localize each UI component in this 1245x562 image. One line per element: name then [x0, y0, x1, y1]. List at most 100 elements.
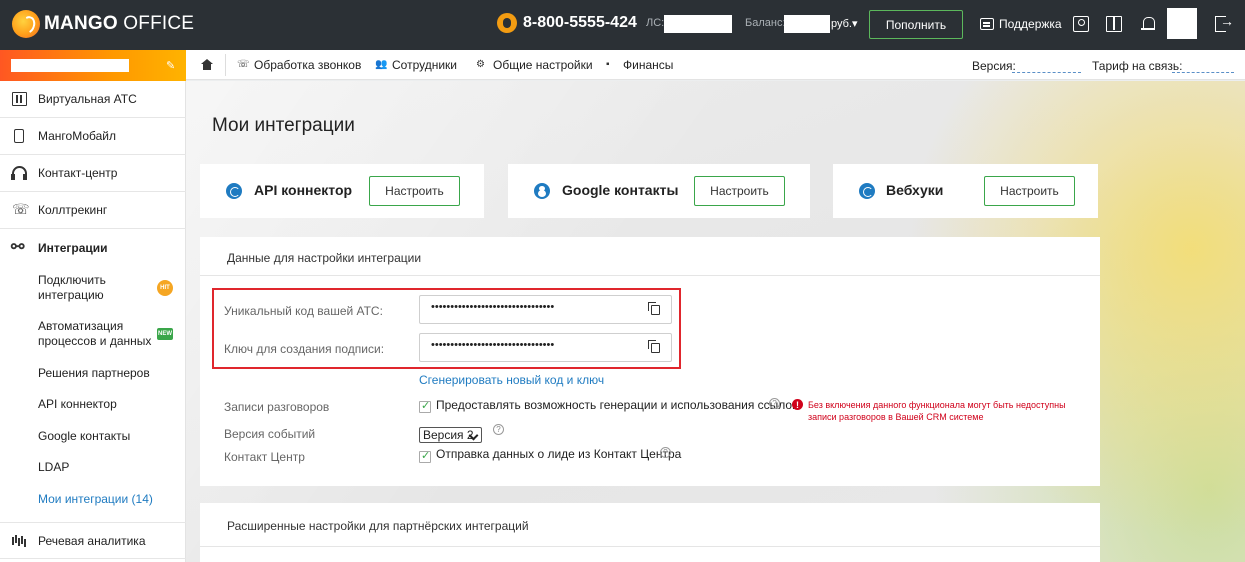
- card-api-connector: API коннектор Настроить: [200, 164, 484, 218]
- panel-title: Расширенные настройки для партнёрских ин…: [227, 519, 529, 533]
- version-dropdown[interactable]: [1012, 72, 1081, 73]
- sidebar-item-label: Коллтрекинг: [38, 203, 108, 217]
- call-records-label: Записи разговоров: [224, 400, 330, 414]
- sidebar-sub-my-integrations[interactable]: Мои интеграции (14): [38, 492, 153, 507]
- mango-office-logo[interactable]: MANGO OFFICE: [12, 10, 194, 38]
- link-icon: [859, 183, 875, 199]
- account-number-redacted: [664, 15, 732, 33]
- sidebar-item-speech-analytics[interactable]: Речевая аналитика: [0, 522, 186, 559]
- version-label: Версия:: [972, 59, 1016, 73]
- support-phone[interactable]: 8-800-5555-424: [497, 13, 637, 33]
- gear-icon: ⚙: [476, 59, 485, 70]
- headset-icon: [11, 166, 27, 180]
- help-icon[interactable]: ?: [660, 447, 671, 458]
- events-version-label: Версия событий: [224, 427, 316, 441]
- sidebar-sub-automation[interactable]: Автоматизация процессов и данных: [38, 319, 156, 349]
- top-subnav: ☏ Обработка звонков 👥 Сотрудники ⚙ Общие…: [186, 50, 1245, 80]
- sidebar-sub-partner-solutions[interactable]: Решения партнеров: [38, 366, 150, 381]
- unique-code-field[interactable]: ••••••••••••••••••••••••••••••••: [419, 295, 672, 324]
- knowledge-base-icon[interactable]: [1106, 16, 1122, 32]
- sidebar-sub-connect-integration[interactable]: Подключить интеграцию: [38, 273, 148, 303]
- page-title: Мои интеграции: [212, 115, 355, 136]
- logout-icon[interactable]: [1215, 13, 1234, 32]
- unique-code-value: ••••••••••••••••••••••••••••••••: [431, 301, 555, 313]
- main-content: Мои интеграции API коннектор Настроить G…: [186, 81, 1245, 562]
- phone-number: 8-800-5555-424: [523, 14, 637, 31]
- sidebar-sub-api-connector[interactable]: API коннектор: [38, 397, 117, 412]
- call-records-checkbox[interactable]: [419, 399, 431, 413]
- wallet-icon: ▪: [606, 59, 610, 70]
- speech-analytics-icon: [12, 535, 27, 549]
- nav-employees[interactable]: 👥 Сотрудники: [375, 58, 457, 72]
- home-icon[interactable]: [201, 59, 213, 70]
- events-version-select[interactable]: Версия 2: [419, 427, 482, 443]
- contacts-icon[interactable]: [1073, 16, 1089, 32]
- notifications-bell-icon[interactable]: [1140, 16, 1156, 32]
- support-link[interactable]: Поддержка: [980, 17, 1062, 31]
- contact-center-checkbox[interactable]: [419, 449, 431, 463]
- phone-icon: ☏: [237, 59, 250, 70]
- integrations-icon: [11, 237, 27, 257]
- sign-key-value: ••••••••••••••••••••••••••••••••: [431, 339, 555, 351]
- tariff-label: Тариф на связь:: [1092, 59, 1183, 73]
- card-webhooks: Вебхуки Настроить: [833, 164, 1098, 218]
- events-version-value: Версия 2: [423, 428, 474, 442]
- balance-value-redacted: [784, 15, 830, 33]
- card-google-contacts: Google контакты Настроить: [508, 164, 810, 218]
- nav-call-processing[interactable]: ☏ Обработка звонков: [237, 58, 361, 72]
- sidebar-item-mangomobile[interactable]: МангоМобайл: [0, 118, 186, 155]
- mobile-icon: [14, 129, 24, 143]
- configure-webhooks-button[interactable]: Настроить: [984, 176, 1075, 206]
- sidebar-item-contact-center[interactable]: Контакт-центр: [0, 155, 186, 192]
- sidebar-item-integrations[interactable]: Интеграции: [0, 229, 186, 266]
- sidebar: ✎ Виртуальная АТС МангоМобайл Контакт-це…: [0, 50, 186, 562]
- help-icon[interactable]: ?: [769, 398, 780, 409]
- warning-icon: !: [792, 399, 803, 410]
- card-title: Google контакты: [562, 182, 679, 198]
- sign-key-label: Ключ для создания подписи:: [224, 342, 385, 356]
- sidebar-sub-ldap[interactable]: LDAP: [38, 460, 69, 475]
- configure-google-contacts-button[interactable]: Настроить: [694, 176, 785, 206]
- copy-icon[interactable]: [648, 340, 660, 353]
- nav-label: Финансы: [623, 58, 674, 72]
- integration-settings-panel: Данные для настройки интеграции Уникальн…: [200, 237, 1100, 486]
- help-icon[interactable]: ?: [493, 424, 504, 435]
- panel-title: Данные для настройки интеграции: [227, 251, 422, 265]
- contact-center-label: Контакт Центр: [224, 450, 305, 464]
- advanced-settings-panel[interactable]: Расширенные настройки для партнёрских ин…: [200, 503, 1100, 562]
- support-label: Поддержка: [999, 17, 1062, 31]
- user-icon: [534, 183, 550, 199]
- call-records-checkbox-label: Предоставлять возможность генерации и ис…: [436, 398, 798, 412]
- organization-name-redacted: [11, 59, 129, 72]
- nav-label: Общие настройки: [493, 58, 593, 72]
- sidebar-item-virtual-pbx[interactable]: Виртуальная АТС: [0, 81, 186, 118]
- sidebar-item-label: Интеграции: [38, 240, 108, 255]
- divider: [225, 54, 226, 76]
- sidebar-sub-google-contacts[interactable]: Google контакты: [38, 429, 130, 444]
- copy-icon[interactable]: [648, 302, 660, 315]
- configure-api-connector-button[interactable]: Настроить: [369, 176, 460, 206]
- headset-phone-icon: [497, 13, 517, 33]
- top-bar: MANGO OFFICE 8-800-5555-424 ЛС: Баланс: …: [0, 0, 1245, 50]
- people-icon: 👥: [375, 59, 388, 70]
- edit-pencil-icon[interactable]: ✎: [166, 59, 175, 72]
- divider: [200, 275, 1100, 276]
- account-label: ЛС:: [646, 17, 665, 29]
- divider: [200, 546, 1100, 547]
- user-avatar[interactable]: [1167, 8, 1197, 39]
- hit-badge: HIT: [157, 280, 173, 296]
- organization-header[interactable]: ✎: [0, 50, 186, 81]
- sign-key-field[interactable]: ••••••••••••••••••••••••••••••••: [419, 333, 672, 362]
- generate-code-link[interactable]: Сгенерировать новый код и ключ: [419, 373, 604, 387]
- pbx-icon: [12, 92, 27, 106]
- nav-finance[interactable]: ▪ Финансы: [606, 58, 673, 72]
- tariff-dropdown[interactable]: [1172, 72, 1234, 73]
- sidebar-item-calltracking[interactable]: Коллтрекинг: [0, 192, 186, 229]
- nav-label: Сотрудники: [392, 58, 457, 72]
- nav-general-settings[interactable]: ⚙ Общие настройки: [476, 58, 593, 72]
- brand-name: MANGO OFFICE: [44, 13, 195, 34]
- topup-button[interactable]: Пополнить: [869, 10, 963, 39]
- card-title: Вебхуки: [886, 182, 944, 198]
- balance-currency-dropdown[interactable]: руб.▾: [831, 17, 858, 30]
- chat-icon: [980, 18, 994, 30]
